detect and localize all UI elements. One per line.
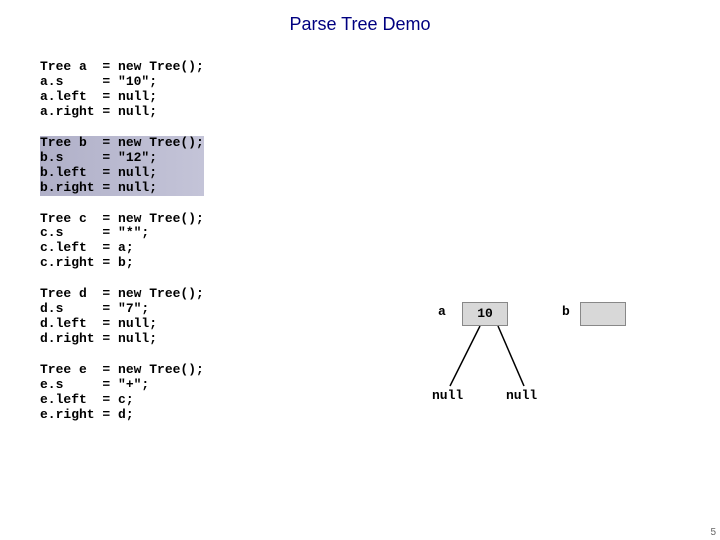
node-b-label: b <box>562 304 570 319</box>
code-block-a: Tree a = new Tree(); a.s = "10"; a.left … <box>40 60 204 120</box>
code-block-d: Tree d = new Tree(); d.s = "7"; d.left =… <box>40 287 204 347</box>
node-b-box <box>580 302 626 326</box>
code-block-b: Tree b = new Tree(); b.s = "12"; b.left … <box>40 136 204 196</box>
tree-diagram: a 10 b null null <box>420 300 680 480</box>
node-a-box: 10 <box>462 302 508 326</box>
leaf-null-right: null <box>506 388 537 403</box>
page-title: Parse Tree Demo <box>0 0 720 45</box>
code-block-c: Tree c = new Tree(); c.s = "*"; c.left =… <box>40 212 204 272</box>
node-a-label: a <box>438 304 446 319</box>
page-number: 5 <box>710 527 716 538</box>
code-area: Tree a = new Tree(); a.s = "10"; a.left … <box>40 60 204 439</box>
code-block-e: Tree e = new Tree(); e.s = "+"; e.left =… <box>40 363 204 423</box>
leaf-null-left: null <box>432 388 463 403</box>
